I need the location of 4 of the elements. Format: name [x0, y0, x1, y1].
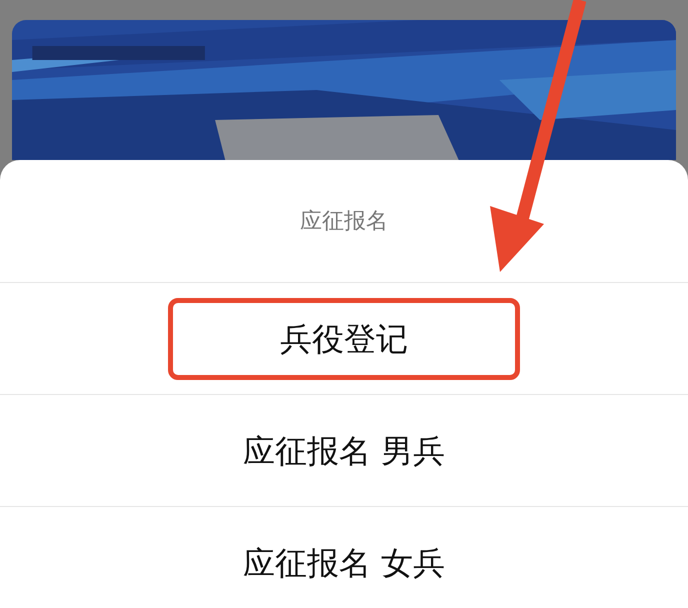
sheet-option[interactable]: 应征报名 男兵: [168, 410, 520, 492]
sheet-option[interactable]: 应征报名 女兵: [168, 522, 520, 604]
sheet-title: 应征报名: [299, 208, 389, 236]
sheet-option[interactable]: 兵役登记: [168, 298, 520, 380]
